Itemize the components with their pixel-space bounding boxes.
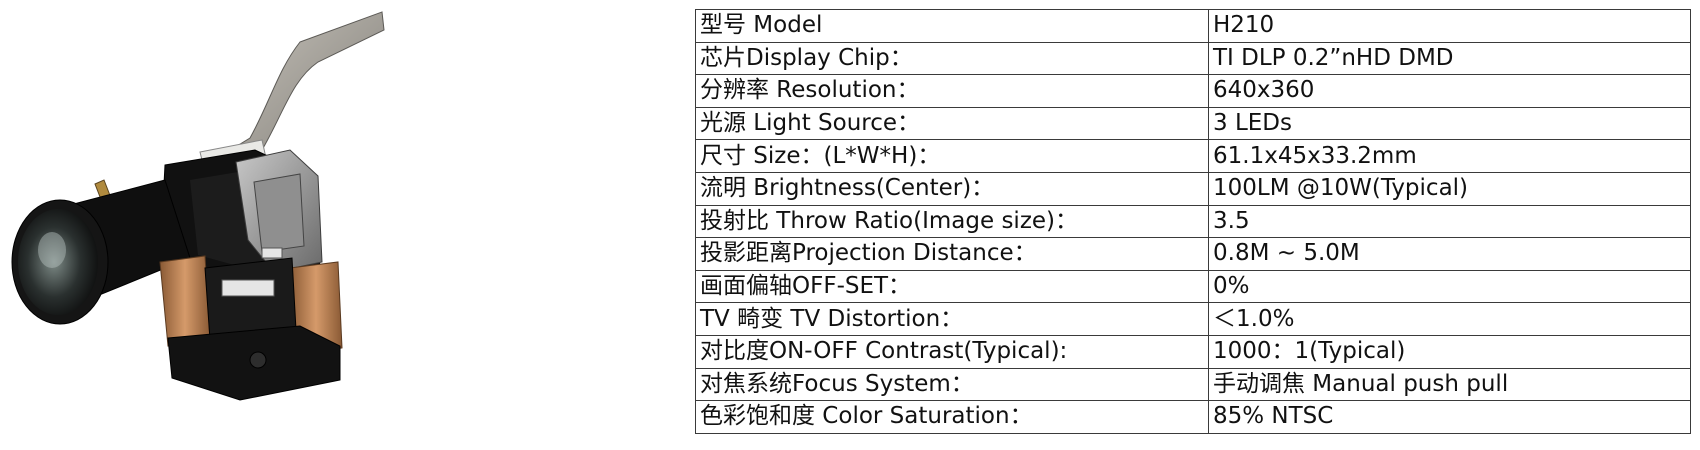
spec-value: 640x360 bbox=[1208, 74, 1691, 108]
spec-value: TI DLP 0.2”nHD DMD bbox=[1208, 41, 1691, 76]
spec-value: ＜1.0% bbox=[1208, 302, 1691, 336]
spec-value: 3 LEDs bbox=[1208, 106, 1691, 141]
spec-label: 流明 Brightness(Center)： bbox=[695, 171, 1209, 206]
table-row: 型号 Model H210 bbox=[695, 9, 1691, 43]
spec-value: 3.5 bbox=[1208, 204, 1691, 239]
spec-value: 100LM @10W(Typical) bbox=[1208, 171, 1691, 206]
table-row: 光源 Light Source： 3 LEDs bbox=[695, 106, 1691, 141]
table-row: 尺寸 Size：(L*W*H)： 61.1x45x33.2mm bbox=[695, 139, 1691, 173]
table-row: 投影距离Projection Distance： 0.8M ~ 5.0M bbox=[695, 237, 1691, 271]
table-row: 画面偏轴OFF-SET： 0% bbox=[695, 269, 1691, 304]
spec-label: 投射比 Throw Ratio(Image size)： bbox=[695, 204, 1209, 239]
spec-label: 芯片Display Chip： bbox=[695, 41, 1209, 76]
table-row: 对焦系统Focus System： 手动调焦 Manual push pull bbox=[695, 367, 1691, 402]
table-row: 芯片Display Chip： TI DLP 0.2”nHD DMD bbox=[695, 41, 1691, 76]
table-row: TV 畸变 TV Distortion： ＜1.0% bbox=[695, 302, 1691, 336]
table-row: 对比度ON-OFF Contrast(Typical): 1000：1(Typi… bbox=[695, 334, 1691, 369]
table-row: 色彩饱和度 Color Saturation： 85% NTSC bbox=[695, 400, 1691, 434]
spec-label: 投影距离Projection Distance： bbox=[695, 237, 1209, 271]
table-row: 流明 Brightness(Center)： 100LM @10W(Typica… bbox=[695, 171, 1691, 206]
spec-label: 色彩饱和度 Color Saturation： bbox=[695, 400, 1209, 434]
table-row: 投射比 Throw Ratio(Image size)： 3.5 bbox=[695, 204, 1691, 239]
spec-value: 手动调焦 Manual push pull bbox=[1208, 367, 1691, 402]
spec-label: 对比度ON-OFF Contrast(Typical): bbox=[695, 334, 1209, 369]
spec-value: 61.1x45x33.2mm bbox=[1208, 139, 1691, 173]
spec-table: 型号 Model H210 芯片Display Chip： TI DLP 0.2… bbox=[695, 9, 1691, 434]
spec-label: 画面偏轴OFF-SET： bbox=[695, 269, 1209, 304]
spec-label: 光源 Light Source： bbox=[695, 106, 1209, 141]
spec-label: 型号 Model bbox=[695, 9, 1209, 43]
spec-value: 85% NTSC bbox=[1208, 400, 1691, 434]
spec-value: 0% bbox=[1208, 269, 1691, 304]
projector-module-image bbox=[11, 11, 385, 401]
spec-value: H210 bbox=[1208, 9, 1691, 43]
spec-label: 尺寸 Size：(L*W*H)： bbox=[695, 139, 1209, 173]
table-row: 分辨率 Resolution： 640x360 bbox=[695, 74, 1691, 108]
spec-label: TV 畸变 TV Distortion： bbox=[695, 302, 1209, 336]
spec-value: 1000：1(Typical) bbox=[1208, 334, 1691, 369]
spec-value: 0.8M ~ 5.0M bbox=[1208, 237, 1691, 271]
spec-label: 分辨率 Resolution： bbox=[695, 74, 1209, 108]
spec-label: 对焦系统Focus System： bbox=[695, 367, 1209, 402]
